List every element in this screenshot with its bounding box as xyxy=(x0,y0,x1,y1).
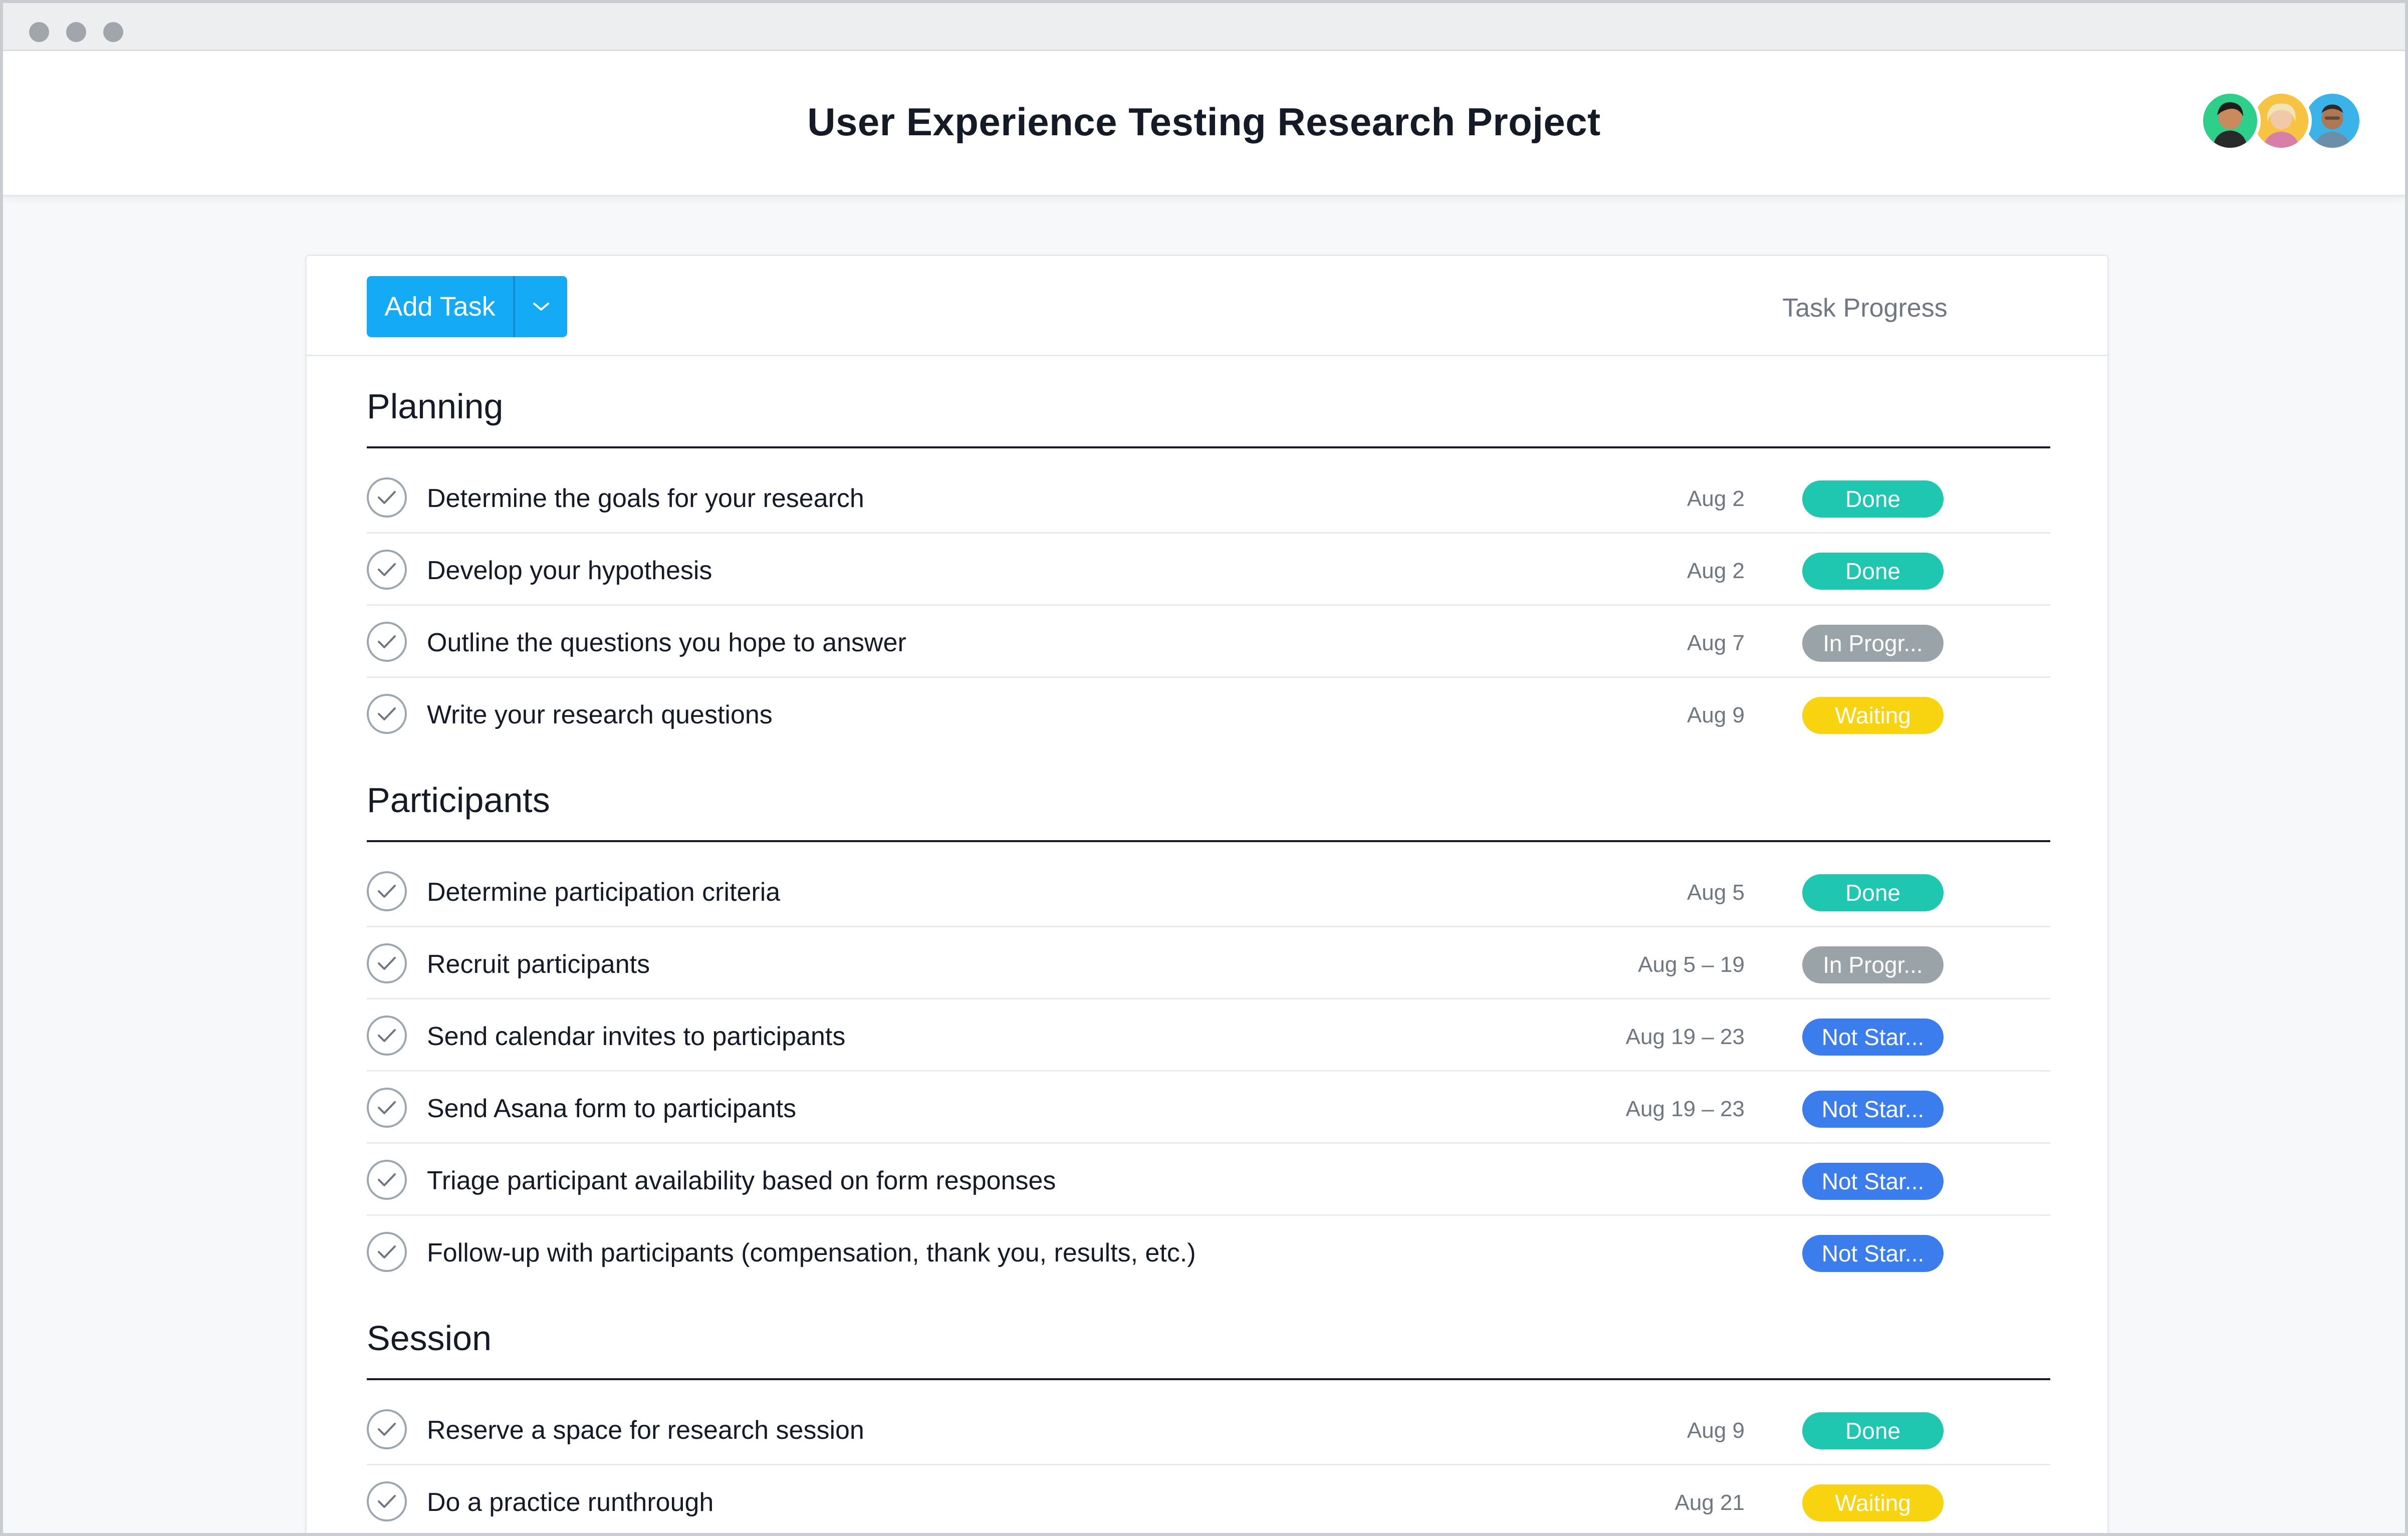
app-window: User Experience Testing Research Project xyxy=(0,0,2408,1536)
task-complete-checkbox[interactable] xyxy=(367,1160,407,1200)
checkmark-icon xyxy=(378,957,396,970)
task-progress-column-header[interactable]: Task Progress xyxy=(1750,293,1980,323)
task-list-card: Add Task Task Progress Planning Determine… xyxy=(305,254,2109,1533)
checkmark-icon xyxy=(378,491,396,504)
checkmark-icon xyxy=(378,1101,396,1114)
status-badge[interactable]: Done xyxy=(1802,480,1944,518)
task-name[interactable]: Send Asana form to participants xyxy=(427,1094,796,1124)
project-header: User Experience Testing Research Project xyxy=(3,51,2405,196)
project-members xyxy=(2200,90,2365,151)
window-minimize-button[interactable] xyxy=(66,22,86,42)
task-due-date[interactable]: Aug 2 xyxy=(1687,559,1745,584)
status-badge[interactable]: Not Star... xyxy=(1802,1163,1944,1200)
task-complete-checkbox[interactable] xyxy=(367,694,407,734)
add-task-dropdown-button[interactable] xyxy=(515,276,567,337)
section-title[interactable]: Session xyxy=(367,1318,492,1358)
task-due-date[interactable]: Aug 9 xyxy=(1687,1418,1745,1443)
status-badge[interactable]: Done xyxy=(1802,1412,1944,1449)
task-name[interactable]: Outline the questions you hope to answer xyxy=(427,628,906,658)
section-title[interactable]: Participants xyxy=(367,780,550,820)
task-due-date[interactable]: Aug 5 – 19 xyxy=(1638,952,1745,977)
task-complete-checkbox[interactable] xyxy=(367,1088,407,1128)
status-badge[interactable]: Done xyxy=(1802,553,1944,590)
status-badge[interactable]: Not Star... xyxy=(1802,1091,1944,1128)
task-name[interactable]: Determine the goals for your research xyxy=(427,483,864,514)
checkmark-icon xyxy=(378,563,396,576)
task-row[interactable]: Determine participation criteria Aug 5 Don… xyxy=(367,855,2050,927)
task-complete-checkbox[interactable] xyxy=(367,1481,407,1521)
task-complete-checkbox[interactable] xyxy=(367,871,407,911)
add-task-button[interactable]: Add Task xyxy=(367,276,515,337)
task-name[interactable]: Follow-up with participants (compensatio… xyxy=(427,1238,1196,1268)
task-complete-checkbox[interactable] xyxy=(367,477,407,518)
window-close-button[interactable] xyxy=(29,22,49,42)
checkmark-icon xyxy=(378,1245,396,1258)
window-titlebar xyxy=(3,3,2405,51)
checkmark-icon xyxy=(378,707,396,720)
task-due-date[interactable]: Aug 19 – 23 xyxy=(1626,1025,1745,1050)
task-complete-checkbox[interactable] xyxy=(367,943,407,983)
section-divider xyxy=(367,1378,2050,1380)
task-due-date[interactable]: Aug 7 xyxy=(1687,631,1745,656)
add-task-button-group: Add Task xyxy=(367,276,567,337)
task-name[interactable]: Reserve a space for research session xyxy=(427,1415,864,1445)
task-row[interactable]: Develop your hypothesis Aug 2 Done xyxy=(367,534,2050,606)
task-complete-checkbox[interactable] xyxy=(367,1015,407,1056)
task-due-date[interactable]: Aug 5 xyxy=(1687,880,1745,905)
task-due-date[interactable]: Aug 19 – 23 xyxy=(1626,1097,1745,1122)
window-maximize-button[interactable] xyxy=(103,22,123,42)
task-name[interactable]: Write your research questions xyxy=(427,700,773,730)
status-badge[interactable]: Done xyxy=(1802,874,1944,911)
section-divider xyxy=(367,446,2050,448)
task-due-date[interactable]: Aug 9 xyxy=(1687,703,1745,728)
task-name[interactable]: Determine participation criteria xyxy=(427,877,780,907)
checkmark-icon xyxy=(378,1173,396,1186)
task-row[interactable]: Write your research questions Aug 9 Waitin… xyxy=(367,678,2050,750)
status-badge[interactable]: Not Star... xyxy=(1802,1018,1944,1056)
task-due-date[interactable]: Aug 21 xyxy=(1675,1490,1745,1515)
task-name[interactable]: Send calendar invites to participants xyxy=(427,1021,845,1052)
task-toolbar: Add Task Task Progress xyxy=(307,256,2107,356)
task-row[interactable]: Do a practice runthrough Aug 21 Waiting xyxy=(367,1465,2050,1533)
section-title[interactable]: Planning xyxy=(367,386,503,426)
status-badge[interactable]: Waiting xyxy=(1802,697,1944,734)
section-divider xyxy=(367,840,2050,842)
chevron-down-icon xyxy=(533,303,549,311)
task-due-date[interactable]: Aug 2 xyxy=(1687,486,1745,511)
task-name[interactable]: Recruit participants xyxy=(427,949,650,979)
checkmark-icon xyxy=(378,635,396,648)
task-row[interactable]: Determine the goals for your research Aug… xyxy=(367,461,2050,534)
task-complete-checkbox[interactable] xyxy=(367,1409,407,1449)
task-row[interactable]: Send Asana form to participants Aug 19 – … xyxy=(367,1072,2050,1144)
member-avatar-icon xyxy=(2254,94,2308,148)
checkmark-icon xyxy=(378,885,396,898)
task-name[interactable]: Triage participant availability based on… xyxy=(427,1166,1056,1196)
task-row[interactable]: Outline the questions you hope to answer… xyxy=(367,606,2050,678)
page-title: User Experience Testing Research Project xyxy=(807,100,1601,144)
task-row[interactable]: Reserve a space for research session Aug … xyxy=(367,1393,2050,1465)
checkmark-icon xyxy=(378,1423,396,1436)
task-name[interactable]: Develop your hypothesis xyxy=(427,556,712,586)
status-badge[interactable]: Not Star... xyxy=(1802,1235,1944,1272)
task-row[interactable]: Follow-up with participants (compensatio… xyxy=(367,1216,2050,1288)
checkmark-icon xyxy=(378,1495,396,1508)
status-badge[interactable]: Waiting xyxy=(1802,1484,1944,1521)
checkmark-icon xyxy=(378,1029,396,1042)
member-avatar-icon xyxy=(2203,94,2257,148)
avatar[interactable] xyxy=(2200,90,2261,151)
status-badge[interactable]: In Progr... xyxy=(1802,946,1944,983)
status-badge[interactable]: In Progr... xyxy=(1802,625,1944,662)
task-complete-checkbox[interactable] xyxy=(367,550,407,590)
member-avatar-icon xyxy=(2305,94,2359,148)
task-name[interactable]: Do a practice runthrough xyxy=(427,1487,713,1517)
task-complete-checkbox[interactable] xyxy=(367,622,407,662)
task-complete-checkbox[interactable] xyxy=(367,1232,407,1272)
task-row[interactable]: Send calendar invites to participants Aug… xyxy=(367,999,2050,1072)
task-row[interactable]: Recruit participants Aug 5 – 19 In Progr..… xyxy=(367,927,2050,999)
task-row[interactable]: Triage participant availability based on… xyxy=(367,1144,2050,1216)
